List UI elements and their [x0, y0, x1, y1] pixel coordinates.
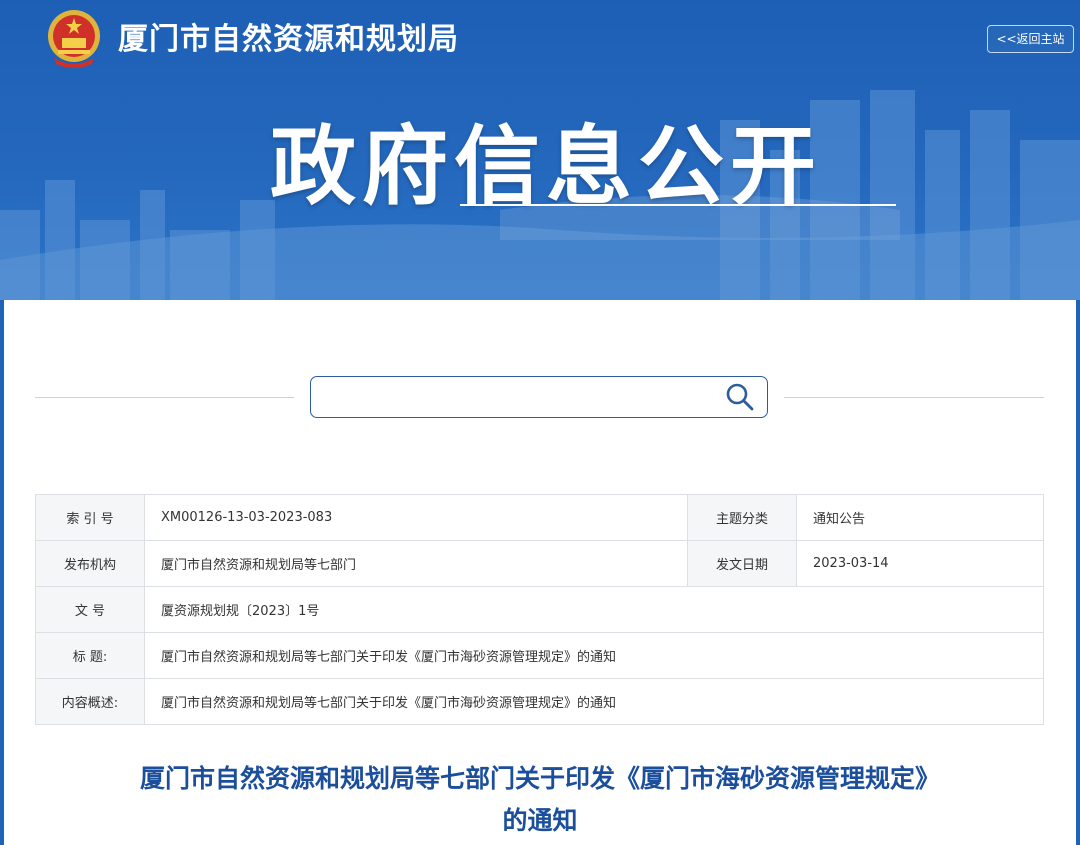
summary-label: 内容概述:	[35, 678, 145, 725]
table-row: 文 号 厦资源规划规〔2023〕1号	[35, 586, 1044, 633]
subject-category-value: 通知公告	[796, 494, 1044, 541]
document-title-line-2: 的通知	[502, 806, 578, 835]
document-number-value: 厦资源规划规〔2023〕1号	[144, 586, 1044, 633]
subject-category-label: 主题分类	[687, 494, 797, 541]
return-main-site-link[interactable]: <<返回主站	[987, 25, 1074, 53]
search-box	[310, 376, 768, 418]
title-label: 标 题:	[35, 632, 145, 679]
document-title-line-1: 厦门市自然资源和规划局等七部门关于印发《厦门市海砂资源管理规定》	[139, 764, 940, 793]
title-value: 厦门市自然资源和规划局等七部门关于印发《厦门市海砂资源管理规定》的通知	[144, 632, 1044, 679]
issue-date-value: 2023-03-14	[796, 540, 1044, 587]
hero-underline	[460, 204, 896, 206]
search-input[interactable]	[321, 377, 725, 417]
index-number-value: XM00126-13-03-2023-083	[144, 494, 688, 541]
table-row: 内容概述: 厦门市自然资源和规划局等七部门关于印发《厦门市海砂资源管理规定》的通…	[35, 678, 1044, 725]
table-row: 索 引 号 XM00126-13-03-2023-083 主题分类 通知公告	[35, 494, 1044, 541]
hero-title: 政府信息公开	[270, 117, 822, 217]
site-title[interactable]: 厦门市自然资源和规划局	[118, 14, 459, 58]
summary-value: 厦门市自然资源和规划局等七部门关于印发《厦门市海砂资源管理规定》的通知	[144, 678, 1044, 725]
search-icon[interactable]	[725, 382, 755, 412]
table-row: 标 题: 厦门市自然资源和规划局等七部门关于印发《厦门市海砂资源管理规定》的通知	[35, 632, 1044, 679]
content-panel: 索 引 号 XM00126-13-03-2023-083 主题分类 通知公告 发…	[4, 300, 1076, 845]
index-number-label: 索 引 号	[35, 494, 145, 541]
table-row: 发布机构 厦门市自然资源和规划局等七部门 发文日期 2023-03-14	[35, 540, 1044, 587]
issue-date-label: 发文日期	[687, 540, 797, 587]
national-emblem-icon	[48, 10, 100, 68]
search-divider-right	[784, 397, 1044, 398]
document-title: 厦门市自然资源和规划局等七部门关于印发《厦门市海砂资源管理规定》 的通知	[4, 758, 1076, 842]
issuing-agency-label: 发布机构	[35, 540, 145, 587]
header-banner: 厦门市自然资源和规划局 <<返回主站 政府信息公开	[0, 0, 1080, 300]
document-metadata-table: 索 引 号 XM00126-13-03-2023-083 主题分类 通知公告 发…	[35, 494, 1044, 725]
search-divider-left	[35, 397, 294, 398]
issuing-agency-value: 厦门市自然资源和规划局等七部门	[144, 540, 688, 587]
document-number-label: 文 号	[35, 586, 145, 633]
